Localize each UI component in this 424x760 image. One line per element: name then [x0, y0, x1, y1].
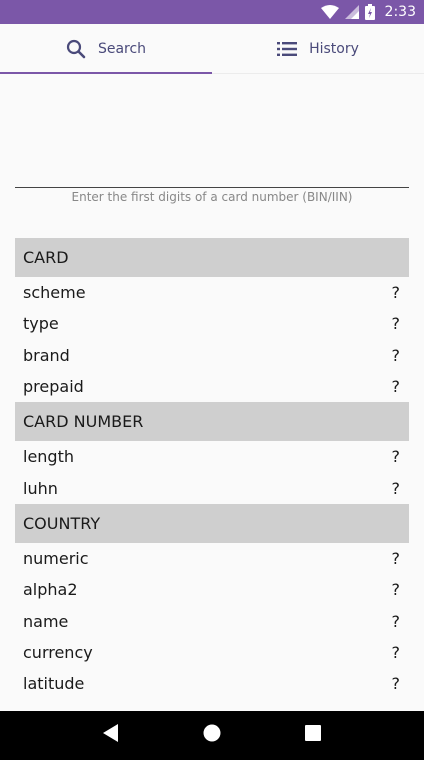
row-luhn: luhn? — [15, 472, 409, 503]
clock: 2:33 — [384, 4, 416, 20]
home-icon — [203, 724, 221, 747]
home-button[interactable] — [192, 716, 232, 756]
search-icon — [66, 39, 86, 59]
row-length: length? — [15, 441, 409, 472]
recents-icon — [305, 725, 322, 746]
tab-bar: Search History — [0, 24, 424, 74]
recents-button[interactable] — [293, 716, 333, 756]
status-bar: 2:33 — [0, 0, 424, 24]
bin-input[interactable] — [15, 148, 409, 188]
row-value: ? — [391, 345, 401, 365]
row-value: ? — [391, 642, 401, 662]
input-hint: Enter the first digits of a card number … — [71, 190, 353, 204]
section-card-header: CARD — [15, 238, 409, 277]
row-label: brand — [23, 345, 70, 365]
row-numeric: numeric? — [15, 543, 409, 574]
row-value: ? — [391, 377, 401, 397]
row-value: ? — [391, 447, 401, 467]
row-prepaid: prepaid? — [15, 371, 409, 402]
back-icon — [102, 724, 119, 747]
tab-history-label: History — [309, 40, 359, 57]
row-name: name? — [15, 605, 409, 636]
section-card-number-header: CARD NUMBER — [15, 402, 409, 442]
row-label: length — [23, 447, 74, 467]
row-label: name — [23, 611, 69, 631]
row-label: alpha2 — [23, 580, 78, 600]
row-label: prepaid — [23, 377, 84, 397]
row-type: type? — [15, 308, 409, 339]
row-value: ? — [391, 611, 401, 631]
tab-search[interactable]: Search — [0, 24, 212, 74]
battery-icon — [364, 4, 375, 20]
row-currency: currency? — [15, 637, 409, 668]
list-icon — [277, 41, 298, 56]
row-label: scheme — [23, 283, 86, 303]
row-value: ? — [391, 478, 401, 498]
row-value: ? — [391, 283, 401, 303]
results: CARD scheme? type? brand? prepaid? CARD … — [15, 238, 409, 699]
row-label: luhn — [23, 478, 58, 498]
row-latitude: latitude? — [15, 668, 409, 699]
row-value: ? — [391, 548, 401, 568]
section-country-header: COUNTRY — [15, 503, 409, 543]
tab-history[interactable]: History — [212, 24, 424, 73]
row-scheme: scheme? — [15, 277, 409, 308]
row-value: ? — [391, 674, 401, 694]
row-label: numeric — [23, 548, 89, 568]
row-label: currency — [23, 642, 93, 662]
signal-icon — [344, 5, 359, 19]
back-button[interactable] — [91, 716, 131, 756]
wifi-icon — [320, 5, 339, 19]
row-value: ? — [391, 580, 401, 600]
row-value: ? — [391, 314, 401, 334]
navigation-bar — [0, 711, 424, 760]
row-label: latitude — [23, 674, 85, 694]
row-alpha2: alpha2? — [15, 574, 409, 605]
row-label: type — [23, 314, 59, 334]
tab-search-label: Search — [97, 40, 147, 57]
row-brand: brand? — [15, 340, 409, 371]
search-input-area — [15, 74, 409, 188]
